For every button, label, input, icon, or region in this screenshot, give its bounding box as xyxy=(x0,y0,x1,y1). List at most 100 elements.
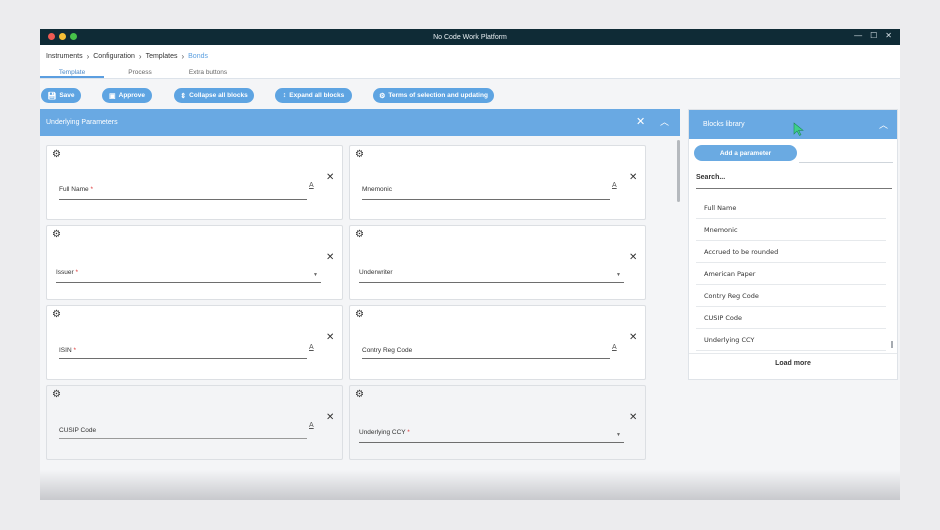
tab-process[interactable]: Process xyxy=(108,67,172,78)
contry-reg-code-input[interactable] xyxy=(362,358,610,359)
close-icon[interactable]: ✕ xyxy=(326,333,334,343)
minimize-window-dot[interactable] xyxy=(59,33,66,40)
list-item[interactable]: Mnemonic xyxy=(696,219,886,241)
mnemonic-input[interactable] xyxy=(362,199,610,200)
app-title: No Code Work Platform xyxy=(433,33,507,41)
terms-of-selection-button[interactable]: ⚙ Terms of selection and updating xyxy=(373,88,494,103)
breadcrumb-templates[interactable]: Templates xyxy=(146,53,178,60)
toolbar: 💾︎ Save ▣ Approve ⇕ Collapse all blocks … xyxy=(40,88,900,106)
close-icon[interactable]: ✕ xyxy=(629,333,637,343)
gear-icon[interactable]: ⚙ xyxy=(355,390,364,400)
cusip-code-input[interactable] xyxy=(59,438,307,439)
text-format-icon[interactable]: A xyxy=(612,182,617,189)
list-item[interactable]: Accrued to be rounded xyxy=(696,241,886,263)
field-label: Underlying CCY * xyxy=(359,429,410,436)
expand-all-blocks-button[interactable]: ↕ Expand all blocks xyxy=(275,88,352,103)
divider xyxy=(799,162,893,163)
maximize-window-dot[interactable] xyxy=(70,33,77,40)
load-more-button[interactable]: Load more xyxy=(689,360,897,367)
bottom-fade xyxy=(40,470,900,500)
gear-icon[interactable]: ⚙ xyxy=(52,150,61,160)
close-icon[interactable]: ✕ xyxy=(629,253,637,263)
gear-icon[interactable]: ⚙ xyxy=(355,150,364,160)
gear-icon: ⚙ xyxy=(379,92,386,100)
param-card-isin: ⚙ ✕ ISIN * A xyxy=(46,305,343,380)
library-scrollbar[interactable] xyxy=(891,341,893,348)
chevron-up-icon[interactable]: ︿ xyxy=(879,118,888,131)
window-traffic-lights xyxy=(48,33,77,40)
param-card-mnemonic: ⚙ ✕ Mnemonic A xyxy=(349,145,646,220)
breadcrumb: Instruments › Configuration › Templates … xyxy=(40,45,900,67)
gear-icon[interactable]: ⚙ xyxy=(52,310,61,320)
underlying-ccy-select[interactable] xyxy=(359,442,624,443)
breadcrumb-current: Bonds xyxy=(188,52,208,60)
minimize-icon[interactable]: — xyxy=(854,31,862,41)
field-label: Mnemonic xyxy=(362,186,392,193)
blocks-library-panel: Blocks library ︿ Add a parameter Search.… xyxy=(688,109,898,380)
close-icon[interactable]: ✕ xyxy=(636,115,645,128)
save-button[interactable]: 💾︎ Save xyxy=(41,88,81,103)
breadcrumb-configuration[interactable]: Configuration xyxy=(93,53,135,60)
collapse-icon: ⇕ xyxy=(180,92,187,100)
tab-template[interactable]: Template xyxy=(40,67,104,78)
gear-icon[interactable]: ⚙ xyxy=(355,310,364,320)
dropdown-caret-icon[interactable]: ▼ xyxy=(616,272,621,278)
param-card-underlying-ccy: ⚙ ✕ Underlying CCY * ▼ xyxy=(349,385,646,460)
library-list: Full Name Mnemonic Accrued to be rounded… xyxy=(696,197,886,351)
param-card-issuer: ⚙ ✕ Issuer * ▼ xyxy=(46,225,343,300)
chevron-right-icon: › xyxy=(86,51,90,61)
list-item[interactable]: Full Name xyxy=(696,197,886,219)
close-icon[interactable]: ✕ xyxy=(629,173,637,183)
breadcrumb-instruments[interactable]: Instruments xyxy=(46,53,83,60)
field-label: Full Name * xyxy=(59,186,93,193)
text-format-icon[interactable]: A xyxy=(309,344,314,351)
title-bar: No Code Work Platform — ☐ ✕ xyxy=(40,29,900,45)
dropdown-caret-icon[interactable]: ▼ xyxy=(313,272,318,278)
close-icon[interactable]: ✕ xyxy=(629,413,637,423)
list-item[interactable]: Underlying CCY xyxy=(696,329,886,351)
issuer-select[interactable] xyxy=(56,282,321,283)
chevron-right-icon: › xyxy=(181,51,185,61)
isin-input[interactable] xyxy=(59,358,307,359)
dropdown-caret-icon[interactable]: ▼ xyxy=(616,432,621,438)
chevron-up-icon[interactable]: ︿ xyxy=(660,115,669,128)
mouse-cursor-icon xyxy=(793,122,804,136)
text-format-icon[interactable]: A xyxy=(309,182,314,189)
blocks-library-header: Blocks library ︿ xyxy=(689,110,897,139)
field-label: CUSIP Code xyxy=(59,427,97,434)
panel-title: Underlying Parameters xyxy=(46,119,118,126)
tab-extra-buttons[interactable]: Extra buttons xyxy=(176,67,240,78)
field-label: Underwriter xyxy=(359,269,393,276)
text-format-icon[interactable]: A xyxy=(309,422,314,429)
approve-button[interactable]: ▣ Approve xyxy=(102,88,152,103)
add-parameter-button[interactable]: Add a parameter xyxy=(694,145,797,161)
chevron-right-icon: › xyxy=(138,51,142,61)
close-icon[interactable]: ✕ xyxy=(326,413,334,423)
list-item[interactable]: American Paper xyxy=(696,263,886,285)
gear-icon[interactable]: ⚙ xyxy=(52,390,61,400)
divider xyxy=(689,353,897,354)
close-icon[interactable]: ✕ xyxy=(885,31,892,41)
list-item[interactable]: CUSIP Code xyxy=(696,307,886,329)
blocks-library-title: Blocks library xyxy=(703,121,745,128)
full-name-input[interactable] xyxy=(59,199,307,200)
save-icon: 💾︎ xyxy=(47,92,57,100)
app-window: No Code Work Platform — ☐ ✕ Instruments … xyxy=(40,29,900,500)
close-icon[interactable]: ✕ xyxy=(326,253,334,263)
field-label: Contry Reg Code xyxy=(362,347,413,354)
field-label: Issuer * xyxy=(56,269,79,276)
list-item[interactable]: Contry Reg Code xyxy=(696,285,886,307)
maximize-icon[interactable]: ☐ xyxy=(870,31,877,41)
library-search-input[interactable]: Search... xyxy=(696,170,892,189)
text-format-icon[interactable]: A xyxy=(612,344,617,351)
param-card-underwriter: ⚙ ✕ Underwriter ▼ xyxy=(349,225,646,300)
gear-icon[interactable]: ⚙ xyxy=(52,230,61,240)
panel-scrollbar[interactable] xyxy=(677,140,680,202)
close-window-dot[interactable] xyxy=(48,33,55,40)
approve-icon: ▣ xyxy=(109,92,116,100)
collapse-all-blocks-button[interactable]: ⇕ Collapse all blocks xyxy=(174,88,254,103)
gear-icon[interactable]: ⚙ xyxy=(355,230,364,240)
underwriter-select[interactable] xyxy=(359,282,624,283)
param-card-contry-reg-code: ⚙ ✕ Contry Reg Code A xyxy=(349,305,646,380)
close-icon[interactable]: ✕ xyxy=(326,173,334,183)
